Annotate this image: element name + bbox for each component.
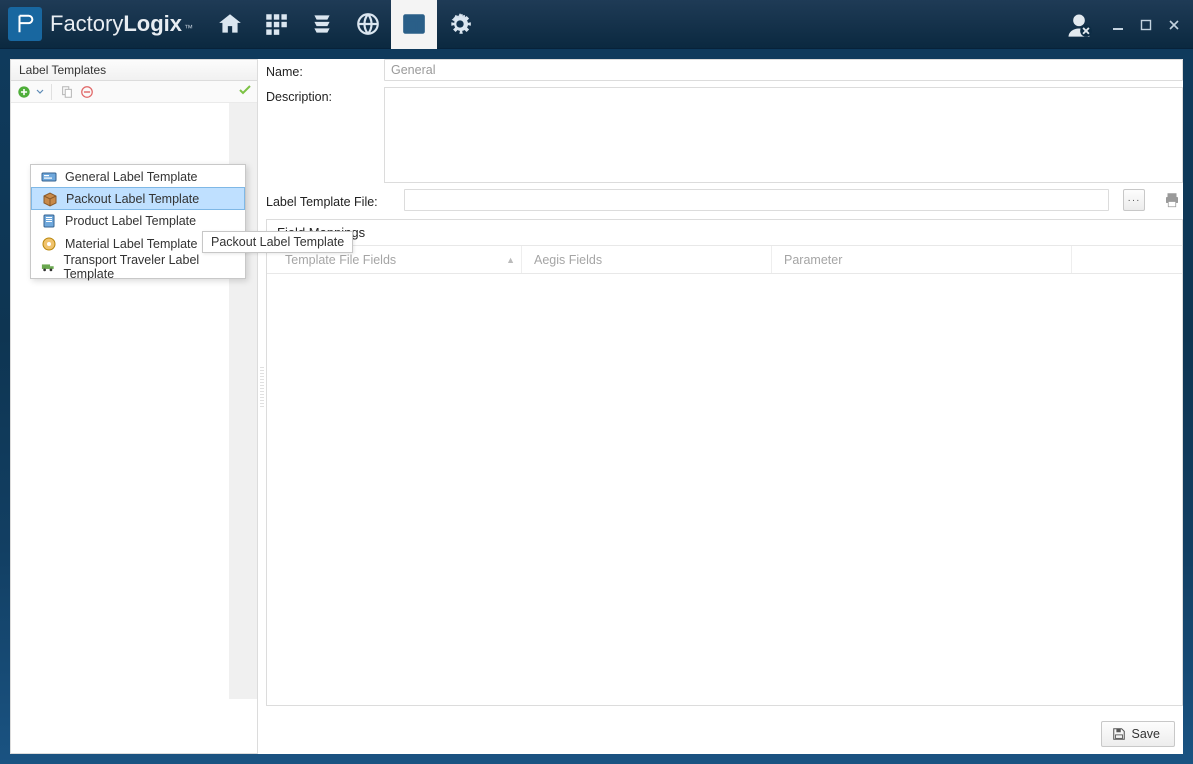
row-name: Name: <box>266 59 1183 81</box>
add-template-dropdown: General Label Template Packout Label Tem… <box>30 164 246 279</box>
user-status[interactable] <box>1065 0 1093 49</box>
dd-item-label: Product Label Template <box>65 214 196 228</box>
label-icon <box>41 169 57 185</box>
field-mappings-panel: Field Mappings Template File Fields ▲ Ae… <box>266 219 1183 706</box>
brand-tm: ™ <box>184 23 193 33</box>
product-icon <box>41 213 57 229</box>
save-icon <box>1112 727 1126 741</box>
app-logo <box>8 7 42 41</box>
label-description: Description: <box>266 87 374 104</box>
nav-templates[interactable] <box>391 0 437 49</box>
material-icon <box>41 236 57 252</box>
dd-product-label-template[interactable]: Product Label Template <box>31 209 245 232</box>
brand-part2: Logix <box>123 11 182 37</box>
tooltip: Packout Label Template <box>202 231 353 253</box>
nav-icons <box>207 0 483 49</box>
input-templatefile[interactable] <box>404 189 1109 211</box>
label-name: Name: <box>266 62 374 79</box>
save-button-label: Save <box>1132 727 1161 741</box>
maximize-button[interactable] <box>1133 13 1159 37</box>
print-button[interactable] <box>1161 189 1183 211</box>
close-button[interactable] <box>1161 13 1187 37</box>
grid-header: Template File Fields ▲ Aegis Fields Para… <box>267 246 1182 274</box>
input-name[interactable] <box>384 59 1183 81</box>
row-description: Description: <box>266 87 1183 183</box>
sidebar-title: Label Templates <box>11 60 257 81</box>
toolbar-divider <box>51 84 52 100</box>
col-parameter-label: Parameter <box>784 253 842 267</box>
col-parameter[interactable]: Parameter <box>772 246 1072 273</box>
box-icon <box>42 191 58 207</box>
nav-settings[interactable] <box>437 0 483 49</box>
col-aegis-fields[interactable]: Aegis Fields <box>522 246 772 273</box>
save-button[interactable]: Save <box>1101 721 1176 747</box>
add-dropdown-arrow[interactable] <box>35 83 45 101</box>
footer: Save <box>266 714 1183 754</box>
col-template-fields-label: Template File Fields <box>285 253 396 267</box>
nav-home[interactable] <box>207 0 253 49</box>
window-controls <box>1105 0 1187 49</box>
validate-icon[interactable] <box>237 82 253 101</box>
grid-title: Field Mappings <box>267 220 1182 246</box>
label-templatefile: Label Template File: <box>266 192 394 209</box>
main-area: Name: Description: Label Template File: … <box>266 59 1183 714</box>
brand-text: FactoryLogix™ <box>50 11 193 37</box>
panel-wrap: Label Templates <box>10 59 1183 754</box>
add-button[interactable] <box>15 83 33 101</box>
transport-icon <box>41 259 55 275</box>
splitter[interactable] <box>258 59 266 714</box>
browse-button[interactable]: ··· <box>1123 189 1145 211</box>
col-aegis-fields-label: Aegis Fields <box>534 253 602 267</box>
nav-stack[interactable] <box>299 0 345 49</box>
dd-packout-label-template[interactable]: Packout Label Template <box>31 187 245 210</box>
brand-part1: Factory <box>50 11 123 37</box>
delete-button[interactable] <box>78 83 96 101</box>
app-body: Label Templates <box>0 49 1193 764</box>
sidebar-toolbar <box>11 81 257 103</box>
input-description[interactable] <box>384 87 1183 183</box>
col-extra[interactable] <box>1072 246 1182 273</box>
row-templatefile: Label Template File: ··· <box>266 189 1183 211</box>
dd-transport-traveler-label-template[interactable]: Transport Traveler Label Template <box>31 255 245 278</box>
dd-general-label-template[interactable]: General Label Template <box>31 165 245 188</box>
dd-item-label: Packout Label Template <box>66 192 199 206</box>
dd-item-label: Transport Traveler Label Template <box>63 253 235 281</box>
nav-grid[interactable] <box>253 0 299 49</box>
sort-asc-icon: ▲ <box>506 255 515 265</box>
copy-button[interactable] <box>58 83 76 101</box>
titlebar: FactoryLogix™ <box>0 0 1193 49</box>
dd-item-label: Material Label Template <box>65 237 197 251</box>
dd-item-label: General Label Template <box>65 170 198 184</box>
grid-body <box>267 274 1182 705</box>
nav-globe[interactable] <box>345 0 391 49</box>
minimize-button[interactable] <box>1105 13 1131 37</box>
